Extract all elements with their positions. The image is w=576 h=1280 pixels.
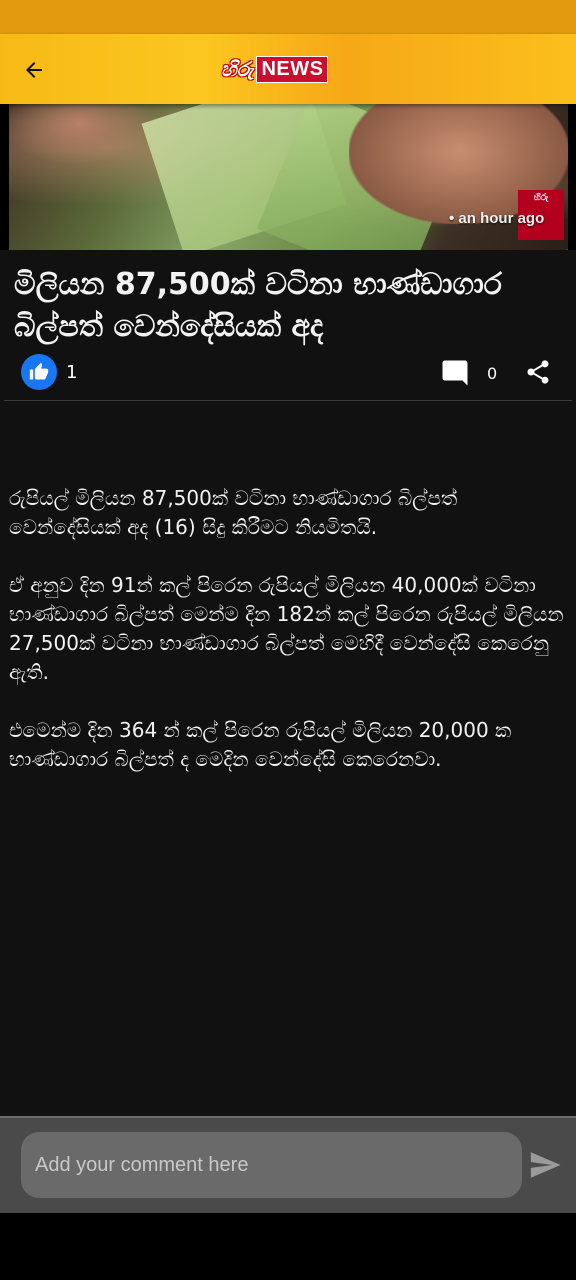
article-paragraph: එමෙන්ම දින 364 න් කල් පිරෙන රුපියල් මිලි… [9,718,512,771]
send-icon [530,1152,561,1178]
logo-hiru-text: හිරු [221,57,254,81]
send-comment-button[interactable] [528,1148,564,1184]
hero-hand-left [9,104,159,164]
system-navigation-bar [0,1213,576,1280]
article-content: මිලියන 87,500ක් වටිනා භාණ්ඩාගාර බිල්පත් … [0,250,576,1116]
article-paragraph: රුපියල් මිලියන 87,500ක් වටිනා භාණ්ඩාගාර … [9,486,458,539]
share-icon [527,360,549,384]
thumbs-up-icon [29,362,49,380]
comment-bar [0,1116,576,1213]
published-time: • an hour ago [449,210,545,227]
like-count: 1 [66,362,78,383]
back-button[interactable] [14,50,54,90]
comment-bubble-icon [442,360,468,386]
article-hero-image: හිරු • an hour ago [9,104,568,253]
article-title: මිලියන 87,500ක් වටිනා භාණ්ඩාගාර බිල්පත් … [14,267,502,344]
comment-input[interactable] [21,1132,522,1198]
article-paragraph: ඒ අනුව දින 91න් කල් පිරෙන රුපියල් මිලියන… [9,573,564,684]
hiru-news-logo: හිරු NEWS [218,55,329,83]
share-button[interactable] [524,358,554,388]
like-button[interactable] [21,354,57,390]
comment-count: 0 [487,364,498,383]
divider [4,400,572,401]
logo-news-text: NEWS [256,55,329,83]
article-body: රුපියල් මිලියන 87,500ක් වටිනා භාණ්ඩාගාර … [9,484,565,803]
app-bar: හිරු NEWS [0,34,576,104]
arrow-left-icon [26,62,42,78]
comments-button[interactable] [440,358,470,388]
status-bar [0,0,576,34]
